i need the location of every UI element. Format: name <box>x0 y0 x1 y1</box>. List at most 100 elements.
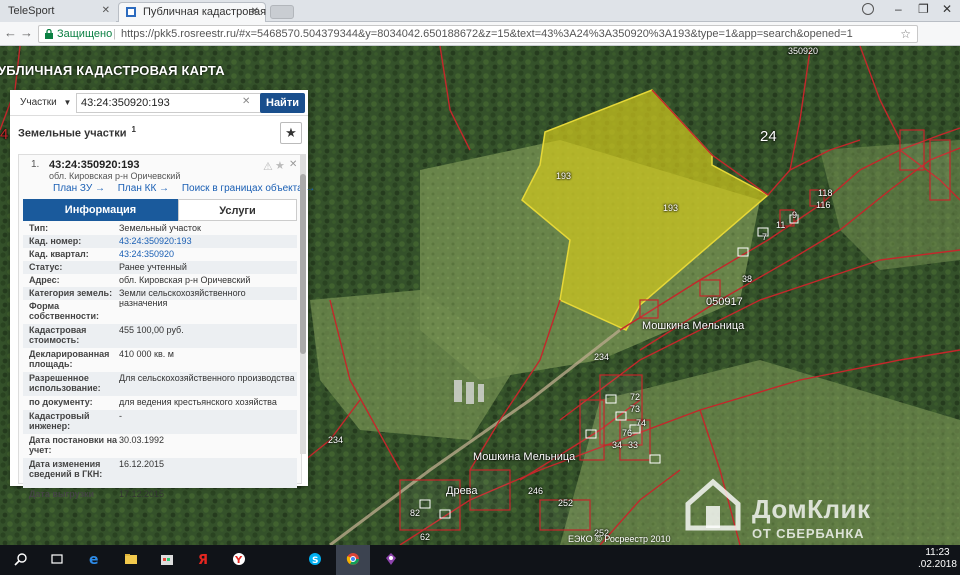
file-explorer-icon[interactable] <box>114 545 148 575</box>
plan-zu-link[interactable]: План ЗУ → <box>53 183 105 194</box>
system-clock[interactable]: 11:23 .02.2018 <box>918 547 957 571</box>
info-row: Форма собственности: - <box>23 300 297 324</box>
svg-text:S: S <box>312 556 318 566</box>
house-number: 82 <box>410 508 421 518</box>
result-cad-number[interactable]: 43:24:350920:193 <box>49 159 140 171</box>
tab-telesport[interactable]: TeleSport ✕ <box>0 2 116 22</box>
clear-search-icon[interactable]: ✕ <box>242 96 250 107</box>
parcel-number: 234 <box>328 435 344 445</box>
bookmark-star-icon[interactable]: ☆ <box>900 27 911 41</box>
info-row: Дата выгрузки 17.12.2015 <box>23 488 297 500</box>
field-value: 30.03.1992 <box>119 435 165 445</box>
search-type-select[interactable]: Участки ▼ <box>14 94 74 112</box>
info-row: Декларированная площадь: 410 000 кв. м <box>23 348 297 372</box>
field-value: 16.12.2015 <box>119 459 165 469</box>
house-number: 76 <box>622 428 633 438</box>
result-tabs: Информация Услуги <box>23 199 297 221</box>
district-label: 4 <box>0 126 9 143</box>
skype-icon[interactable]: S <box>298 545 332 575</box>
tab-cadastral-map[interactable]: Публичная кадастровая ✕ <box>118 2 266 22</box>
house-number: 116 <box>816 200 831 210</box>
close-tab-icon[interactable]: ✕ <box>102 2 110 20</box>
new-tab-button[interactable] <box>270 5 294 19</box>
lock-icon <box>45 29 53 39</box>
store-icon[interactable] <box>150 545 184 575</box>
forward-icon[interactable]: → <box>20 25 33 40</box>
info-row: Дата изменения сведений в ГКН: 16.12.2015 <box>23 458 297 488</box>
results-count: 1 <box>131 125 136 134</box>
field-key: Дата постановки на учет: <box>29 435 118 455</box>
info-row: Статус: Ранее учтенный <box>23 261 297 274</box>
yandex-browser-y-icon[interactable]: Я <box>186 545 220 575</box>
panel-scrollbar[interactable] <box>300 154 306 454</box>
field-key: Кадастровая стоимость: <box>29 325 87 345</box>
minimize-icon[interactable]: – <box>895 2 902 16</box>
info-row: Кад. номер: 43:24:350920:193 <box>23 235 297 248</box>
field-value: для ведения крестьянского хозяйства <box>119 397 277 407</box>
field-key: Статус: <box>29 262 63 272</box>
close-tab-icon[interactable]: ✕ <box>251 3 259 21</box>
favorites-star-icon[interactable]: ★ <box>280 122 302 144</box>
clock-time: 11:23 <box>925 547 950 558</box>
edge-icon[interactable]: e <box>78 545 112 575</box>
result-address: обл. Кировская р-н Оричевский <box>49 171 181 181</box>
result-links: План ЗУ → План КК → Поиск в границах объ… <box>53 183 325 194</box>
star-icon[interactable]: ★ <box>275 159 285 172</box>
watermark-line1: ДомКлик <box>752 494 871 524</box>
info-row: Адрес: обл. Кировская р-н Оричевский <box>23 274 297 287</box>
parcel-label: 193 <box>556 171 572 181</box>
house-number: 33 <box>628 440 639 450</box>
field-value: Для сельскохозяйственного производства <box>119 373 295 383</box>
field-key: Форма собственности: <box>29 301 99 321</box>
find-button[interactable]: Найти <box>260 93 305 113</box>
info-row: Разрешенное использование: Для сельскохоз… <box>23 372 297 396</box>
field-key: Декларированная площадь: <box>29 349 110 369</box>
field-value-link[interactable]: 43:24:350920:193 <box>119 236 295 246</box>
maps-icon[interactable] <box>374 545 408 575</box>
village-label: Мошкина Мельница <box>642 320 745 332</box>
close-window-icon[interactable]: ✕ <box>942 2 952 16</box>
parcel-number: 252 <box>558 498 574 508</box>
back-icon[interactable]: ← <box>4 25 17 40</box>
windows-taskbar: e Я Y S 11:23 .02.2018 <box>0 545 960 575</box>
scrollbar-thumb[interactable] <box>300 174 306 354</box>
field-value: - <box>119 301 122 311</box>
district-label: 24 <box>760 128 777 145</box>
info-row: Тип: Земельный участок <box>23 222 297 235</box>
search-input[interactable]: 43:24:350920:193 <box>76 93 262 113</box>
field-value: 455 100,00 руб. <box>119 325 184 335</box>
svg-text:Y: Y <box>234 555 243 566</box>
yandex-browser-icon[interactable]: Y <box>222 545 256 575</box>
user-profile-icon[interactable] <box>862 3 874 15</box>
secure-label: Защищено <box>57 28 113 40</box>
site-title: УБЛИЧНАЯ КАДАСТРОВАЯ КАРТА <box>0 63 225 78</box>
map-attribution: ЕЭКО © Росреестр 2010 <box>568 534 671 544</box>
tab-services[interactable]: Услуги <box>178 199 297 221</box>
warning-icon: ⚠ <box>263 161 273 173</box>
search-in-bounds-link[interactable]: Поиск в границах объекта → <box>182 183 316 194</box>
field-key: по документу: <box>29 397 93 407</box>
field-key: Кад. номер: <box>29 236 82 246</box>
maximize-icon[interactable]: ❐ <box>918 2 929 16</box>
chrome-icon[interactable] <box>336 545 370 575</box>
clock-date: .02.2018 <box>918 559 957 570</box>
field-value-link[interactable]: 43:24:350920 <box>119 249 295 259</box>
field-key: Кадастровый инженер: <box>29 411 90 431</box>
address-bar: ← → Защищено | https://pkk5.rosreestr.ru… <box>0 22 960 61</box>
browser-tab-bar: TeleSport ✕ Публичная кадастровая ✕ – ❐ … <box>0 0 960 22</box>
field-value: Земельный участок <box>119 223 201 233</box>
url-field[interactable]: Защищено | https://pkk5.rosreestr.ru/#x=… <box>38 25 918 43</box>
field-key: Тип: <box>29 223 49 233</box>
house-number: 7 <box>762 232 768 242</box>
field-key: Категория земель: <box>29 288 113 298</box>
tab-label: TeleSport <box>8 5 55 17</box>
tab-info[interactable]: Информация <box>23 199 178 221</box>
close-icon[interactable]: ✕ <box>289 159 297 170</box>
search-icon[interactable] <box>4 545 38 575</box>
field-value: - <box>119 411 122 421</box>
result-card: 1. 43:24:350920:193 обл. Кировская р-н О… <box>18 154 315 499</box>
plan-kk-link[interactable]: План КК → <box>118 183 169 194</box>
svg-text:Я: Я <box>198 553 208 566</box>
field-value: Ранее учтенный <box>119 262 187 272</box>
task-view-icon[interactable] <box>40 545 74 575</box>
